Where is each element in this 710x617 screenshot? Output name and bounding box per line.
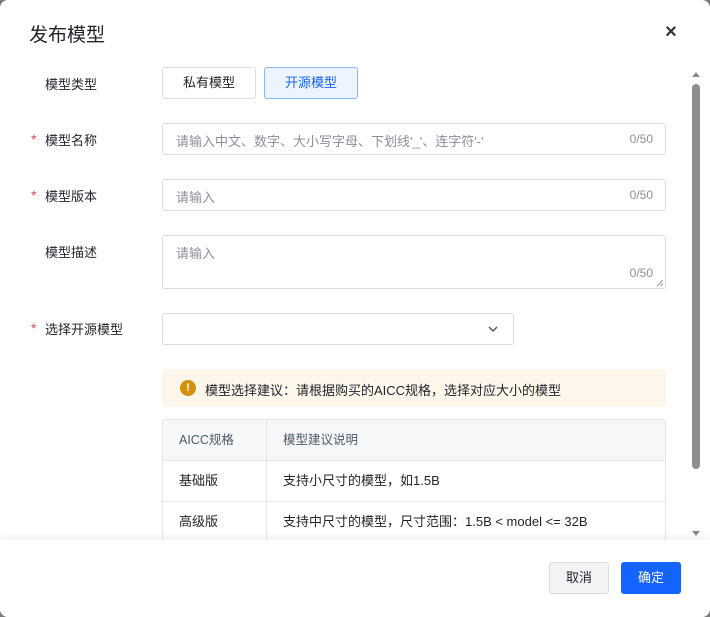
resize-handle-icon[interactable] xyxy=(657,280,663,286)
dialog-footer: 取消 确定 xyxy=(0,540,710,617)
table-cell: 支持中尺寸的模型，尺寸范围：1.5B < model <= 32B xyxy=(283,514,588,529)
required-mark: * xyxy=(31,187,37,203)
publish-model-dialog: 发布模型 × 模型类型 私有模型 开源模型 * 模型名称 请输入中文、数字、大小… xyxy=(0,0,710,617)
model-version-counter: 0/50 xyxy=(629,188,653,202)
table-cell: 支持小尺寸的模型，如1.5B xyxy=(283,473,440,488)
warning-icon: ! xyxy=(180,380,196,396)
model-version-placeholder: 请输入 xyxy=(176,190,216,205)
close-icon[interactable]: × xyxy=(659,20,683,44)
vertical-scrollbar[interactable] xyxy=(689,66,703,542)
scrollbar-thumb[interactable] xyxy=(692,84,700,469)
table-header-cell: AICC规格 xyxy=(163,420,267,460)
table-cell: 高级版 xyxy=(163,502,267,540)
open-source-model-option[interactable]: 开源模型 xyxy=(264,67,358,99)
dialog-body[interactable]: 模型类型 私有模型 开源模型 * 模型名称 请输入中文、数字、大小写字母、下划线… xyxy=(0,60,710,540)
model-version-label: 模型版本 xyxy=(45,189,98,204)
open-source-model-select[interactable] xyxy=(162,313,514,345)
model-version-input[interactable]: 请输入 0/50 xyxy=(162,179,666,211)
model-type-label: 模型类型 xyxy=(45,77,98,92)
model-name-placeholder: 请输入中文、数字、大小写字母、下划线'_'、连字符'-' xyxy=(176,134,484,149)
model-selection-alert: ! 模型选择建议：请根据购买的AICC规格，选择对应大小的模型 xyxy=(162,369,666,407)
model-desc-textarea[interactable]: 请输入 0/50 xyxy=(162,235,666,289)
model-name-input[interactable]: 请输入中文、数字、大小写字母、下划线'_'、连字符'-' 0/50 xyxy=(162,123,666,155)
scroll-down-icon[interactable] xyxy=(692,531,700,536)
model-desc-placeholder: 请输入 xyxy=(176,246,216,261)
table-header-cell: 模型建议说明 xyxy=(283,433,359,447)
model-name-label: 模型名称 xyxy=(45,133,98,148)
model-desc-counter: 0/50 xyxy=(629,266,653,280)
table-cell: 基础版 xyxy=(163,461,267,501)
private-model-option[interactable]: 私有模型 xyxy=(162,67,256,99)
aicc-spec-table: AICC规格 模型建议说明 基础版 支持小尺寸的模型，如1.5B 高级版 支持中… xyxy=(162,419,666,540)
open-source-model-label: 选择开源模型 xyxy=(45,322,124,337)
model-desc-label: 模型描述 xyxy=(45,245,98,260)
table-row: 高级版 支持中尺寸的模型，尺寸范围：1.5B < model <= 32B xyxy=(163,501,665,540)
table-header-row: AICC规格 模型建议说明 xyxy=(163,420,665,460)
alert-text: 模型选择建议：请根据购买的AICC规格，选择对应大小的模型 xyxy=(205,383,562,398)
chevron-down-icon xyxy=(488,326,498,333)
required-mark: * xyxy=(31,131,37,147)
confirm-button[interactable]: 确定 xyxy=(621,562,681,594)
dialog-title: 发布模型 xyxy=(29,25,106,46)
required-mark: * xyxy=(31,320,37,336)
model-name-counter: 0/50 xyxy=(629,132,653,146)
table-row: 基础版 支持小尺寸的模型，如1.5B xyxy=(163,460,665,501)
scroll-up-icon[interactable] xyxy=(692,72,700,77)
cancel-button[interactable]: 取消 xyxy=(549,562,609,594)
